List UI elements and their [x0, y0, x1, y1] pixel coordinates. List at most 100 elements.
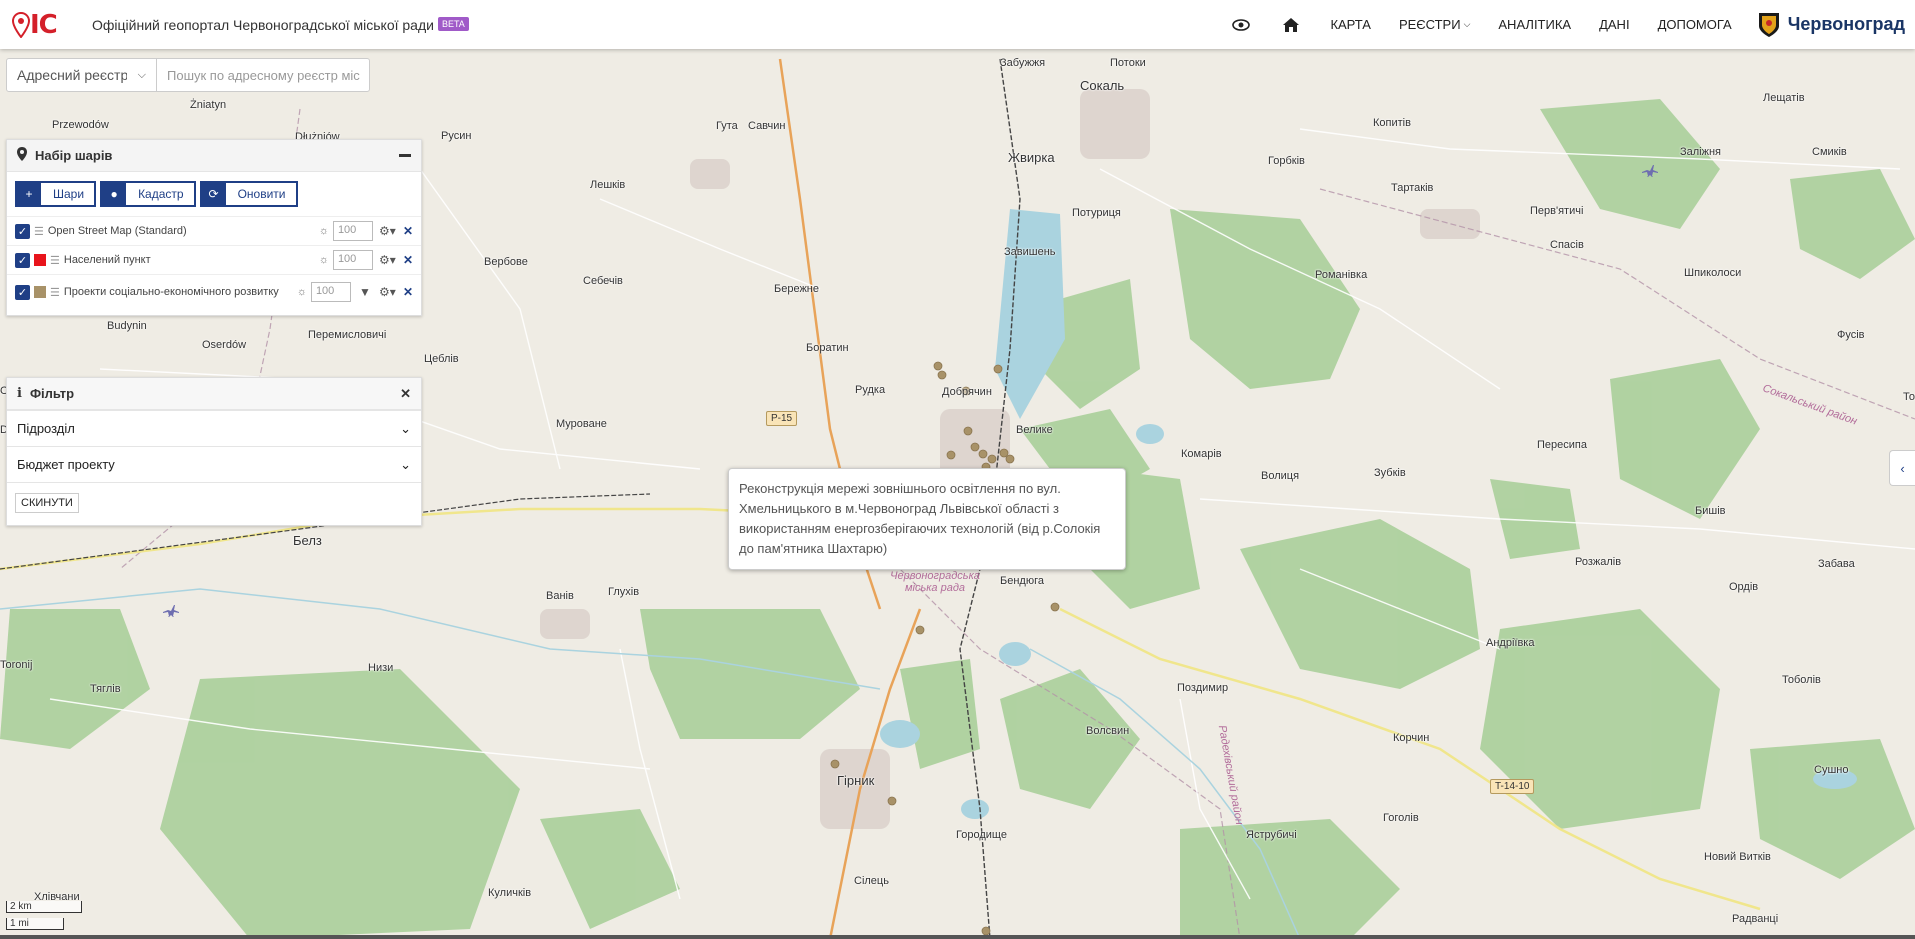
nav-analytics[interactable]: АНАЛІТИКА — [1498, 17, 1571, 32]
place-label: Смиків — [1812, 146, 1847, 158]
place-label: Тяглів — [90, 683, 121, 695]
project-marker — [987, 454, 997, 464]
project-marker — [937, 370, 947, 380]
layer-visibility-checkbox[interactable]: ✓ — [15, 284, 30, 300]
cadastre-button[interactable]: ● Кадастр — [100, 181, 196, 207]
place-label: Фусів — [1837, 329, 1865, 341]
minimize-icon[interactable] — [399, 154, 411, 157]
layer-row: ✓ ☰ Open Street Map (Standard) ☼ 100 ⚙▾ … — [7, 216, 421, 245]
home-icon[interactable] — [1280, 14, 1302, 36]
filter-icon[interactable]: ▼ — [357, 285, 373, 299]
nav-data[interactable]: ДАНІ — [1599, 17, 1629, 32]
cadastre-label: Кадастр — [138, 187, 184, 201]
add-layers-button[interactable]: + Шари — [15, 181, 97, 207]
filter-row-budget[interactable]: Бюджет проекту ⌄ — [7, 446, 421, 482]
address-search: Адресний реєстр ⌵ Пошук по адресному реє… — [6, 58, 370, 92]
nav-registries[interactable]: РЕЄСТРИ ⌵ — [1399, 17, 1470, 32]
project-marker — [1050, 602, 1060, 612]
project-marker — [993, 364, 1003, 374]
place-label: Копитів — [1373, 117, 1411, 129]
place-label: Бишів — [1695, 505, 1726, 517]
remove-layer-icon[interactable]: ✕ — [403, 285, 413, 299]
place-label: Андріївка — [1486, 637, 1535, 649]
place-label: Потуриця — [1072, 207, 1121, 219]
place-label: Яструбичі — [1246, 829, 1297, 841]
logo-icon — [12, 11, 30, 38]
filter-row-department[interactable]: Підрозділ ⌄ — [7, 410, 421, 446]
layers-panel: Набір шарів + Шари ● Кадастр ⟳ Оновити ✓ ☰ … — [6, 139, 422, 316]
logo-text: IC — [30, 9, 58, 40]
refresh-label: Оновити — [237, 187, 286, 201]
place-label: Себечів — [583, 275, 623, 287]
place-label: Зубків — [1374, 467, 1406, 479]
layers-panel-header: Набір шарів — [7, 140, 421, 172]
layer-color-swatch — [34, 254, 46, 266]
drag-handle-icon[interactable]: ☰ — [50, 254, 60, 267]
main-nav: КАРТА РЕЄСТРИ ⌵ АНАЛІТИКА ДАНІ ДОПОМОГА Ч… — [1216, 0, 1915, 49]
place-label: Żniatyn — [190, 99, 227, 111]
place-label: Гута — [716, 120, 738, 132]
map-marker-icon: ● — [102, 183, 127, 205]
logo[interactable]: IC — [12, 10, 64, 40]
filter-panel-header: i Фільтр ✕ — [7, 378, 421, 410]
remove-layer-icon[interactable]: ✕ — [403, 253, 413, 267]
opacity-icon: ☼ — [296, 286, 307, 298]
project-marker — [830, 759, 840, 769]
city-brand[interactable]: Червоноград — [1758, 12, 1905, 38]
registry-select-value: Адресний реєстр — [17, 67, 127, 83]
sidebar-toggle-chevron-left-icon[interactable]: ‹ — [1889, 450, 1915, 486]
layer-visibility-checkbox[interactable]: ✓ — [15, 223, 30, 239]
layers-button-row: + Шари ● Кадастр ⟳ Оновити — [7, 172, 421, 216]
gear-icon[interactable]: ⚙▾ — [379, 285, 396, 299]
remove-layer-icon[interactable]: ✕ — [403, 224, 413, 238]
place-label: Пересипа — [1537, 439, 1587, 451]
layer-color-swatch — [34, 286, 46, 298]
project-marker — [946, 450, 956, 460]
layer-opacity-input[interactable]: 100 — [332, 250, 373, 270]
place-label: Ордів — [1729, 581, 1759, 593]
refresh-button[interactable]: ⟳ Оновити — [199, 181, 298, 207]
nav-help[interactable]: ДОПОМОГА — [1658, 17, 1732, 32]
place-label: Корчин — [1393, 732, 1430, 744]
place-label: Сокаль — [1080, 78, 1125, 93]
place-label: Забужжя — [1000, 57, 1046, 69]
place-label: Поздимир — [1177, 682, 1229, 694]
drag-handle-icon[interactable]: ☰ — [50, 286, 60, 299]
filter-row-label: Підрозділ — [17, 421, 75, 436]
place-label: Лешків — [590, 179, 626, 191]
layer-visibility-checkbox[interactable]: ✓ — [15, 252, 30, 268]
info-icon: i — [17, 386, 22, 401]
place-label: Рудка — [855, 384, 886, 396]
visibility-eye-icon[interactable] — [1230, 14, 1252, 36]
project-marker — [933, 361, 943, 371]
close-icon[interactable]: ✕ — [400, 386, 411, 402]
place-label: Белз — [293, 533, 322, 548]
project-marker — [1005, 454, 1015, 464]
feature-tooltip: Реконструкція мережі зовнішнього освітле… — [728, 468, 1126, 570]
layer-name: Проекти соціально-економічного розвитку — [63, 285, 279, 298]
place-label: Завишень — [1004, 246, 1056, 258]
layer-opacity-input[interactable]: 100 — [310, 282, 351, 302]
place-label: Жвирка — [1008, 150, 1055, 165]
drag-handle-icon[interactable]: ☰ — [34, 225, 44, 238]
nav-map[interactable]: КАРТА — [1330, 17, 1371, 32]
gear-icon[interactable]: ⚙▾ — [379, 253, 396, 267]
city-name: Червоноград — [1787, 14, 1905, 34]
place-label: Волсвин — [1086, 725, 1130, 737]
place-label: Волиця — [1261, 470, 1300, 482]
place-label: Забава — [1818, 558, 1855, 570]
gear-icon[interactable]: ⚙▾ — [379, 224, 396, 238]
place-label: То — [1903, 391, 1915, 403]
project-marker — [978, 449, 988, 459]
place-label: Вербове — [484, 256, 528, 268]
map-marker-icon — [17, 147, 27, 164]
layer-opacity-input[interactable]: 100 — [332, 221, 373, 241]
filter-panel: i Фільтр ✕ Підрозділ ⌄ Бюджет проекту ⌄ … — [6, 377, 422, 526]
place-label: Розжалів — [1575, 556, 1622, 568]
search-input[interactable]: Пошук по адресному реєстр міс — [157, 59, 369, 91]
registry-select[interactable]: Адресний реєстр ⌵ — [7, 59, 157, 91]
scale-bar-mi: 1 mi — [6, 918, 64, 930]
reset-filter-button[interactable]: СКИНУТИ — [15, 493, 79, 513]
place-label: Тоболів — [1782, 674, 1821, 686]
place-label: Боратин — [806, 342, 849, 354]
